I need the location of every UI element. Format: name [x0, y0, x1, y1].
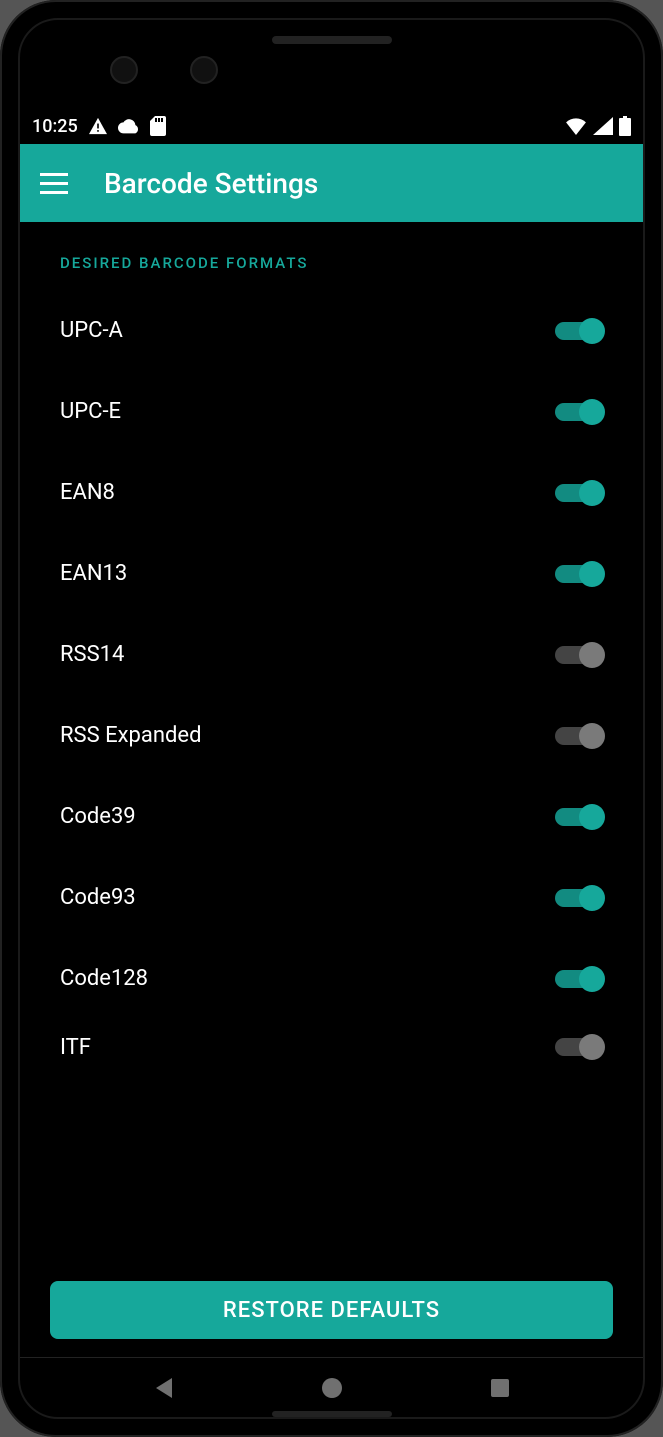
sd-card-icon: [150, 116, 166, 136]
format-label: Code93: [60, 885, 136, 910]
hamburger-icon: [40, 173, 68, 176]
recent-apps-button[interactable]: [490, 1378, 510, 1398]
format-toggle-itf[interactable]: [555, 1038, 603, 1056]
warning-icon: [88, 117, 108, 135]
phone-inner: 10:25: [18, 18, 645, 1419]
front-camera-1: [110, 56, 138, 84]
format-label: Code128: [60, 966, 148, 991]
format-toggle-code39[interactable]: [555, 808, 603, 826]
settings-list[interactable]: DESIRED BARCODE FORMATS UPC-A UPC-E EAN8: [20, 222, 643, 1357]
format-toggle-code128[interactable]: [555, 970, 603, 988]
format-toggle-upc-a[interactable]: [555, 322, 603, 340]
page-title: Barcode Settings: [104, 167, 318, 200]
format-toggle-upc-e[interactable]: [555, 403, 603, 421]
format-row-ean13[interactable]: EAN13: [44, 533, 619, 614]
format-label: RSS Expanded: [60, 723, 202, 748]
speaker-bottom: [272, 1411, 392, 1417]
wifi-icon: [565, 117, 587, 135]
format-row-itf[interactable]: ITF: [44, 1019, 619, 1075]
content-area: DESIRED BARCODE FORMATS UPC-A UPC-E EAN8: [20, 222, 643, 1357]
restore-defaults-button[interactable]: RESTORE DEFAULTS: [50, 1281, 613, 1339]
app-bar: Barcode Settings: [20, 144, 643, 222]
format-label: Code39: [60, 804, 136, 829]
format-toggle-rss-expanded[interactable]: [555, 727, 603, 745]
format-row-rss-expanded[interactable]: RSS Expanded: [44, 695, 619, 776]
home-button[interactable]: [321, 1377, 343, 1399]
format-toggle-code93[interactable]: [555, 889, 603, 907]
section-header: DESIRED BARCODE FORMATS: [44, 246, 619, 290]
format-toggle-ean13[interactable]: [555, 565, 603, 583]
front-camera-2: [190, 56, 218, 84]
format-toggle-ean8[interactable]: [555, 484, 603, 502]
format-label: UPC-E: [60, 399, 121, 424]
format-row-code39[interactable]: Code39: [44, 776, 619, 857]
speaker-top: [272, 36, 392, 44]
format-label: UPC-A: [60, 318, 123, 343]
back-button[interactable]: [153, 1376, 175, 1400]
screen: 10:25: [20, 108, 643, 1357]
format-label: EAN8: [60, 480, 115, 505]
status-time: 10:25: [32, 116, 78, 137]
format-row-ean8[interactable]: EAN8: [44, 452, 619, 533]
format-toggle-rss14[interactable]: [555, 646, 603, 664]
format-label: EAN13: [60, 561, 127, 586]
format-row-code128[interactable]: Code128: [44, 938, 619, 1019]
format-row-upc-e[interactable]: UPC-E: [44, 371, 619, 452]
format-label: ITF: [60, 1035, 91, 1060]
cloud-icon: [118, 118, 140, 134]
format-row-upc-a[interactable]: UPC-A: [44, 290, 619, 371]
phone-frame: 10:25: [0, 0, 663, 1437]
signal-icon: [593, 117, 613, 135]
format-label: RSS14: [60, 642, 124, 667]
menu-button[interactable]: [40, 173, 68, 194]
status-bar: 10:25: [20, 108, 643, 144]
format-row-rss14[interactable]: RSS14: [44, 614, 619, 695]
system-nav-bar: [20, 1357, 643, 1417]
format-row-code93[interactable]: Code93: [44, 857, 619, 938]
battery-icon: [619, 116, 631, 136]
